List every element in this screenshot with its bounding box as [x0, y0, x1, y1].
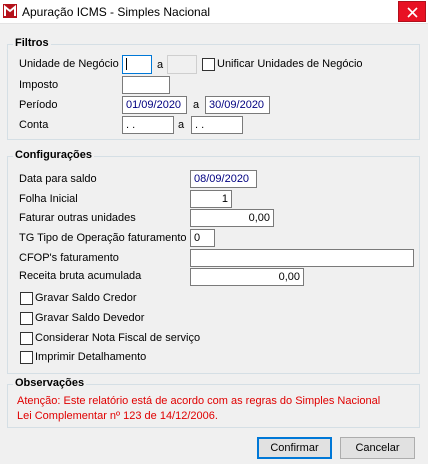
unificar-checkbox[interactable]: [202, 58, 215, 71]
gravar-credor-label[interactable]: Gravar Saldo Credor: [35, 292, 137, 304]
window-title: Apuração ICMS - Simples Nacional: [22, 5, 211, 19]
periodo-from-input[interactable]: 01/09/2020: [122, 96, 187, 114]
unificar-label[interactable]: Unificar Unidades de Negócio: [217, 58, 363, 70]
considerar-nf-label[interactable]: Considerar Nota Fiscal de serviço: [35, 332, 200, 344]
imprimir-detalhamento-label[interactable]: Imprimir Detalhamento: [35, 351, 146, 363]
cfop-input[interactable]: [190, 249, 414, 267]
conta-from-input[interactable]: . .: [122, 116, 174, 134]
config-legend: Configurações: [13, 149, 95, 161]
conta-sep: a: [178, 119, 185, 131]
close-button[interactable]: [398, 1, 426, 22]
considerar-nf-checkbox[interactable]: [20, 332, 33, 345]
close-icon: [407, 7, 418, 18]
title-bar: Apuração ICMS - Simples Nacional: [0, 0, 428, 24]
unidade-from-input[interactable]: [122, 55, 152, 74]
obs-line-1: Atenção: Este relatório está de acordo c…: [17, 395, 381, 407]
unidade-to-input: [167, 55, 197, 74]
gravar-credor-checkbox[interactable]: [20, 292, 33, 305]
confirmar-button[interactable]: Confirmar: [257, 437, 332, 459]
gravar-devedor-checkbox[interactable]: [20, 312, 33, 325]
tg-label: TG Tipo de Operação faturamento: [19, 232, 187, 244]
app-logo-icon: [3, 4, 17, 18]
periodo-sep: a: [193, 99, 200, 111]
faturar-label: Faturar outras unidades: [19, 212, 136, 224]
folha-label: Folha Inicial: [19, 193, 78, 205]
conta-to-input[interactable]: . .: [191, 116, 243, 134]
conta-label: Conta: [19, 119, 49, 131]
cfop-label: CFOP's faturamento: [19, 252, 119, 264]
receita-label: Receita bruta acumulada: [19, 270, 142, 282]
obs-legend: Observações: [13, 377, 87, 389]
imposto-label: Imposto: [19, 79, 59, 91]
obs-line-2: Lei Complementar nº 123 de 14/12/2006.: [17, 410, 218, 422]
filtros-legend: Filtros: [13, 37, 51, 49]
tg-input[interactable]: 0: [190, 229, 215, 247]
unidade-label: Unidade de Negócio: [19, 58, 119, 70]
cancelar-button[interactable]: Cancelar: [340, 437, 415, 459]
folha-input[interactable]: 1: [190, 190, 232, 208]
data-saldo-input[interactable]: 08/09/2020: [190, 170, 257, 188]
periodo-label: Período: [19, 99, 58, 111]
unidade-sep: a: [157, 59, 164, 71]
imprimir-detalhamento-checkbox[interactable]: [20, 351, 33, 364]
faturar-input[interactable]: 0,00: [190, 209, 274, 227]
data-saldo-label: Data para saldo: [19, 173, 97, 185]
imposto-input[interactable]: [122, 76, 170, 94]
receita-input[interactable]: 0,00: [190, 268, 304, 286]
periodo-to-input[interactable]: 30/09/2020: [205, 96, 270, 114]
gravar-devedor-label[interactable]: Gravar Saldo Devedor: [35, 312, 144, 324]
